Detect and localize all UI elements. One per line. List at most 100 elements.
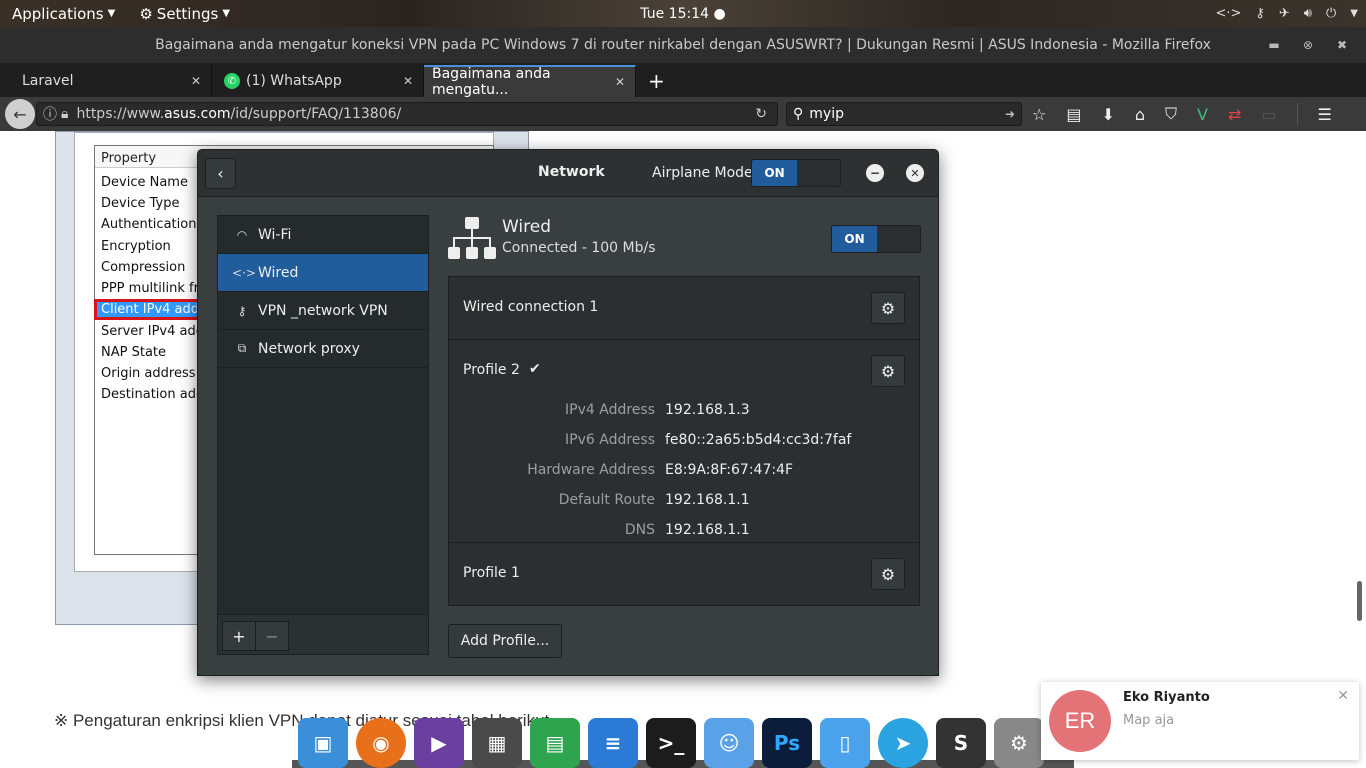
firefox-icon[interactable]: ◉ bbox=[356, 718, 406, 768]
download-icon[interactable]: ⬇ bbox=[1101, 105, 1114, 124]
pocket-icon[interactable]: ⛉ bbox=[1165, 104, 1177, 124]
home-icon[interactable]: ⌂ bbox=[1135, 105, 1145, 124]
connection-settings-button[interactable]: ⚙ bbox=[871, 292, 905, 324]
property-item-selected: Client IPv4 addr bbox=[93, 299, 212, 320]
sidebar-item-wired[interactable]: <·> Wired bbox=[218, 254, 428, 292]
sidebar-item-network-proxy[interactable]: ⧉ Network proxy bbox=[218, 330, 428, 368]
tab-bar: Laravel ✕ ✆ (1) WhatsApp ✕ Bagaimana and… bbox=[0, 63, 1366, 98]
back-button[interactable]: ‹ bbox=[205, 158, 236, 189]
profile-settings-button[interactable]: ⚙ bbox=[871, 558, 905, 590]
url-host: asus.com bbox=[164, 106, 231, 122]
tab-laravel[interactable]: Laravel ✕ bbox=[0, 65, 212, 97]
whatsapp-icon: ✆ bbox=[224, 73, 240, 89]
tab-whatsapp[interactable]: ✆ (1) WhatsApp ✕ bbox=[212, 65, 424, 97]
network-indicator-icon[interactable]: <·> bbox=[1215, 6, 1241, 21]
wifi-icon: ◠ bbox=[236, 227, 248, 242]
caret-down-icon[interactable]: ▼ bbox=[1350, 8, 1358, 19]
chat-notification[interactable]: ER Eko Riyanto Map aja ✕ bbox=[1041, 682, 1359, 760]
back-button[interactable]: ← bbox=[5, 99, 35, 129]
sidebar-item-label: Wired bbox=[258, 264, 299, 281]
detail-value: fe80::2a65:b5d4:cc3d:7faf bbox=[665, 432, 852, 448]
photoshop-icon[interactable]: Ps bbox=[762, 718, 812, 768]
gear-icon: ⚙ bbox=[880, 361, 896, 381]
minimize-window-button[interactable]: ▬ bbox=[1264, 35, 1284, 55]
volume-icon[interactable]: 🔊︎ bbox=[1304, 6, 1312, 21]
airplane-icon[interactable]: ✈ bbox=[1279, 6, 1290, 21]
profile-name: Profile 1 bbox=[463, 565, 520, 581]
remove-connection-button[interactable]: − bbox=[255, 621, 289, 651]
minimize-button[interactable]: − bbox=[866, 164, 884, 182]
system-settings-icon[interactable]: ⚙ bbox=[994, 718, 1044, 768]
toolbar-divider bbox=[1296, 103, 1298, 125]
add-profile-button[interactable]: Add Profile... bbox=[448, 624, 562, 658]
detail-value: 192.168.1.3 bbox=[665, 402, 750, 418]
sidebar-item-vpn[interactable]: ⚷ VPN _network VPN bbox=[218, 292, 428, 330]
dock: ▣ ◉ ▶ ▦ ▤ ≡ >_ ☺ Ps ▯ ➤ S ⚙ bbox=[298, 706, 1044, 768]
message-preview: Map aja bbox=[1123, 713, 1175, 728]
profile-row-active[interactable]: Profile 2 ✔ ⚙ IPv4 Address 192.168.1.3 I… bbox=[449, 340, 919, 542]
search-bar[interactable]: ⚲ myip ➜ bbox=[786, 102, 1022, 126]
detail-key: IPv6 Address bbox=[565, 432, 655, 448]
telegram-icon[interactable]: ➤ bbox=[878, 718, 928, 768]
applications-menu[interactable]: Applications ▼ bbox=[0, 5, 127, 23]
window-title: Bagaimana anda mengatur koneksi VPN pada… bbox=[155, 37, 1211, 53]
power-icon[interactable]: ⏻ bbox=[1326, 6, 1336, 21]
reading-list-icon[interactable]: ▤ bbox=[1066, 105, 1081, 124]
detail-value: E8:9A:8F:67:47:4F bbox=[665, 462, 794, 478]
profile-settings-button[interactable]: ⚙ bbox=[871, 355, 905, 387]
property-item: Encryption bbox=[101, 239, 171, 254]
sublime-text-icon[interactable]: S bbox=[936, 718, 986, 768]
property-item: Server IPv4 add bbox=[101, 324, 205, 339]
property-item: NAP State bbox=[101, 345, 166, 360]
bookmark-star-icon[interactable]: ☆ bbox=[1032, 105, 1046, 124]
page-scrollbar[interactable] bbox=[1357, 581, 1362, 621]
video-player-icon[interactable]: ▶ bbox=[414, 718, 464, 768]
tab-asus-faq[interactable]: Bagaimana anda mengatu... ✕ bbox=[424, 65, 636, 98]
new-tab-button[interactable]: + bbox=[636, 65, 677, 97]
clock-text: Tue 15:14 bbox=[640, 5, 710, 22]
reload-icon[interactable]: ↻ bbox=[755, 106, 767, 122]
close-tab-icon[interactable]: ✕ bbox=[615, 75, 625, 89]
document-editor-icon[interactable]: ≡ bbox=[588, 718, 638, 768]
notes-icon[interactable]: ▯ bbox=[820, 718, 870, 768]
sender-name: Eko Riyanto bbox=[1123, 690, 1210, 705]
spreadsheet-icon[interactable]: ▤ bbox=[530, 718, 580, 768]
terminal-icon[interactable]: >_ bbox=[646, 718, 696, 768]
vue-devtools-icon[interactable]: V bbox=[1197, 105, 1208, 124]
sync-arrows-icon[interactable]: ⇄ bbox=[1228, 105, 1241, 124]
add-connection-button[interactable]: + bbox=[222, 621, 256, 651]
maximize-window-button[interactable]: ⊗ bbox=[1298, 35, 1318, 55]
close-tab-icon[interactable]: ✕ bbox=[403, 74, 413, 88]
detail-key: Default Route bbox=[558, 492, 655, 508]
network-settings-window: ‹ Network Airplane Mode ON − ✕ ◠ Wi-Fi <… bbox=[197, 149, 939, 676]
close-tab-icon[interactable]: ✕ bbox=[191, 74, 201, 88]
file-manager-icon[interactable]: ☺ bbox=[704, 718, 754, 768]
url-bar[interactable]: ⓘ 🔒︎ https://www. asus.com/id/support/FAQ… bbox=[36, 102, 778, 126]
image-viewer-icon[interactable]: ▣ bbox=[298, 718, 348, 768]
tab-label: (1) WhatsApp bbox=[246, 73, 342, 89]
close-icon[interactable]: ✕ bbox=[1337, 688, 1349, 704]
settings-menu[interactable]: ⚙ Settings ▼ bbox=[127, 5, 242, 23]
tab-label: Bagaimana anda mengatu... bbox=[432, 66, 551, 98]
search-go-icon[interactable]: ➜ bbox=[1005, 107, 1015, 121]
wired-status: Connected - 100 Mb/s bbox=[502, 240, 656, 256]
gear-icon: ⚙ bbox=[880, 298, 896, 318]
search-value: myip bbox=[809, 106, 844, 122]
key-icon[interactable]: ⚷ bbox=[1255, 6, 1265, 21]
wired-switch[interactable]: ON bbox=[831, 225, 921, 253]
wired-connection-row[interactable]: Wired connection 1 ⚙ bbox=[449, 277, 919, 339]
close-button[interactable]: ✕ bbox=[906, 164, 924, 182]
settings-label: Settings bbox=[156, 4, 219, 23]
screen-icon[interactable]: ▭ bbox=[1261, 105, 1276, 124]
menu-icon[interactable]: ☰ bbox=[1318, 105, 1332, 124]
close-window-button[interactable]: ✖ bbox=[1332, 35, 1352, 55]
info-icon[interactable]: ⓘ bbox=[43, 104, 57, 124]
profile-row[interactable]: Profile 1 ⚙ bbox=[449, 543, 919, 605]
wired-connections-panel: Wired connection 1 ⚙ Profile 2 ✔ ⚙ IPv4 … bbox=[448, 276, 920, 606]
sidebar-item-label: VPN _network VPN bbox=[258, 302, 388, 319]
window-title: Network bbox=[538, 164, 605, 180]
sidebar-item-wifi[interactable]: ◠ Wi-Fi bbox=[218, 216, 428, 254]
airplane-mode-switch[interactable]: ON bbox=[751, 159, 841, 187]
lock-icon: 🔒︎ bbox=[61, 106, 69, 122]
calculator-icon[interactable]: ▦ bbox=[472, 718, 522, 768]
